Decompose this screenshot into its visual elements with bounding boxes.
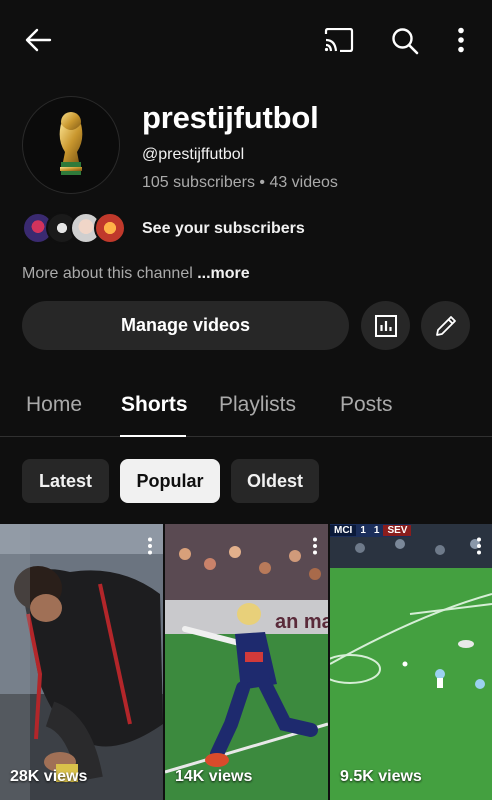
about-text: More about this channel <box>22 265 198 282</box>
edit-channel-button[interactable] <box>421 301 470 350</box>
more-vertical-icon <box>458 27 464 53</box>
short-thumbnail[interactable]: 28K views <box>0 524 163 800</box>
more-options-button[interactable] <box>450 24 472 56</box>
filter-chip-oldest[interactable]: Oldest <box>231 459 319 503</box>
analytics-icon <box>374 314 397 337</box>
subscriber-avatar <box>94 212 126 244</box>
short-thumbnail[interactable]: MCI 1 1 SEV 9.5K views <box>330 524 492 800</box>
filter-chip-popular[interactable]: Popular <box>120 459 220 503</box>
analytics-button[interactable] <box>361 301 410 350</box>
channel-avatar[interactable] <box>22 96 120 194</box>
search-icon <box>392 28 419 55</box>
channel-handle: @prestijffutbol <box>142 146 245 163</box>
short-view-count: 28K views <box>10 768 88 785</box>
short-options-button[interactable] <box>147 537 153 560</box>
see-subscribers-link[interactable]: See your subscribers <box>142 220 305 238</box>
tab-shorts[interactable]: Shorts <box>121 393 188 417</box>
filter-chip-latest[interactable]: Latest <box>22 459 109 503</box>
short-thumbnail-image <box>0 524 163 800</box>
channel-about[interactable]: More about this channel ...more <box>22 265 250 283</box>
shorts-grid: 28K views an ma 14K views MCI 1 1 SEV 9.… <box>0 524 492 800</box>
score-home-team: MCI <box>330 525 357 536</box>
manage-videos-button[interactable]: Manage videos <box>22 301 349 350</box>
tab-home[interactable]: Home <box>26 393 82 417</box>
cast-icon <box>324 28 354 52</box>
short-thumbnail[interactable]: an ma 14K views <box>165 524 328 800</box>
cast-button[interactable] <box>322 24 356 56</box>
tab-playlists[interactable]: Playlists <box>219 393 296 417</box>
top-app-bar <box>0 0 492 80</box>
short-options-button[interactable] <box>312 537 318 560</box>
short-view-count: 14K views <box>175 768 253 785</box>
back-button[interactable] <box>20 24 56 56</box>
subscriber-avatars[interactable] <box>22 211 126 245</box>
short-thumbnail-image: an ma <box>165 524 328 800</box>
arrow-left-icon <box>25 28 52 52</box>
more-vertical-icon <box>148 537 152 555</box>
channel-tabs: Home Shorts Playlists Posts <box>0 380 492 437</box>
search-button[interactable] <box>388 24 422 58</box>
more-vertical-icon <box>477 537 481 555</box>
channel-name: prestijfutbol <box>142 100 319 135</box>
svg-text:an ma: an ma <box>275 611 328 633</box>
tab-posts[interactable]: Posts <box>340 393 393 417</box>
score-away-team: SEV <box>383 525 412 536</box>
pencil-icon <box>435 315 456 336</box>
more-vertical-icon <box>313 537 317 555</box>
score-away: 1 <box>373 525 380 536</box>
score-home: 1 <box>360 525 366 536</box>
about-more-link[interactable]: ...more <box>197 265 249 282</box>
channel-stats: 105 subscribers • 43 videos <box>142 174 338 191</box>
active-tab-indicator <box>120 435 186 437</box>
short-view-count: 9.5K views <box>340 768 422 785</box>
short-options-button[interactable] <box>476 537 482 560</box>
match-scoreboard: MCI 1 1 SEV <box>330 524 412 537</box>
short-thumbnail-image <box>330 524 492 800</box>
world-cup-trophy-icon <box>59 112 83 175</box>
